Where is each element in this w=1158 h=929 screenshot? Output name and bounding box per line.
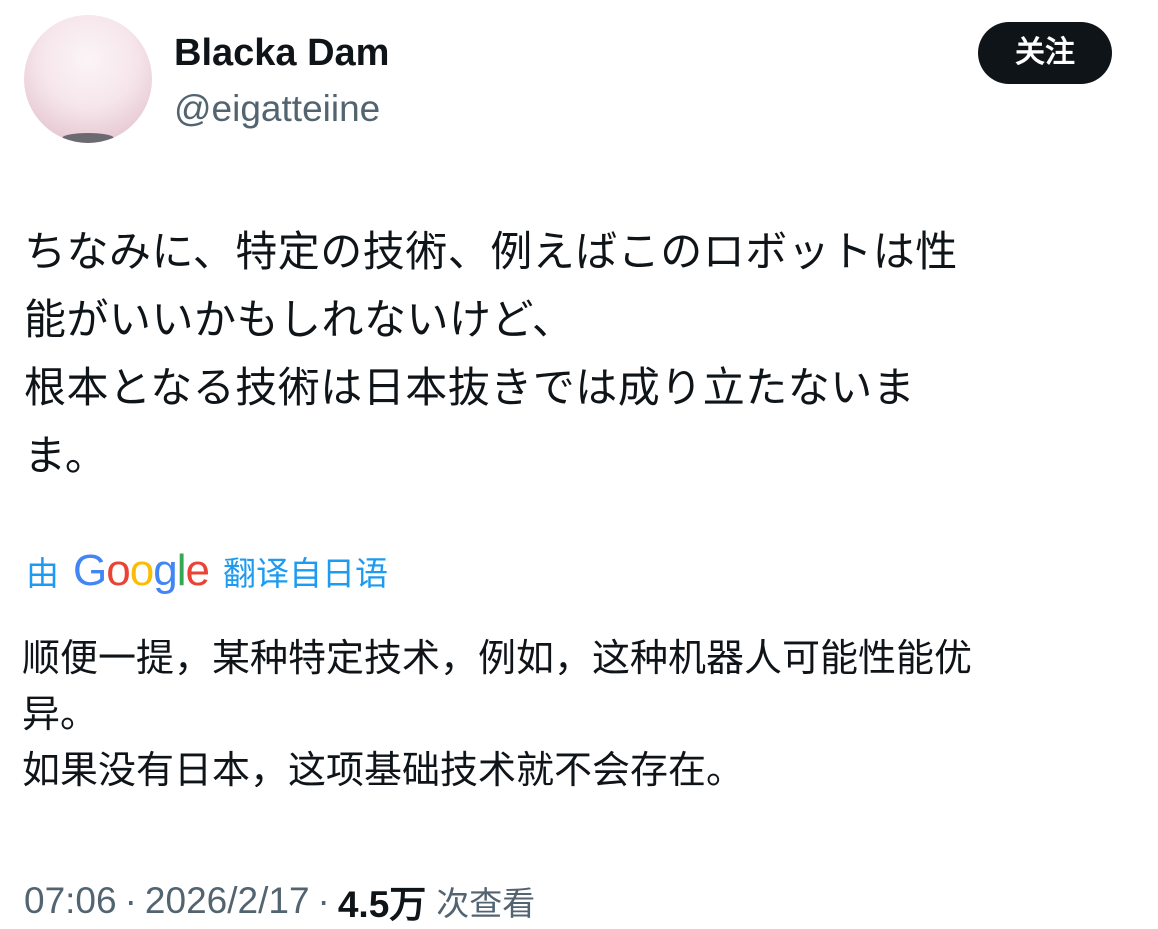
original-text-line: ま。 bbox=[24, 431, 108, 480]
watermark bbox=[500, 906, 610, 926]
translated-text-line: 如果没有日本，这项基础技术就不会存在。 bbox=[22, 748, 745, 792]
translated-by-prefix: 由 bbox=[26, 554, 59, 593]
author-display-name[interactable]: Blacka Dam bbox=[174, 28, 389, 78]
translated-text-line: 顺便一提，某种特定技术，例如，这种机器人可能性能优 bbox=[22, 636, 973, 680]
tweet-time[interactable]: 07:06 bbox=[24, 880, 117, 922]
separator-dot: · bbox=[124, 880, 137, 921]
tweet-header: Blacka Dam @eigatteiine 关注 bbox=[0, 0, 1158, 160]
author-handle[interactable]: @eigatteiine bbox=[174, 84, 380, 134]
translated-by-suffix: 翻译自日语 bbox=[222, 554, 388, 593]
tweet-original-text: ちなみに、特定の技術、例えばこのロボットは性 能がいいかもしれないけど、 根本と… bbox=[24, 218, 1104, 490]
avatar[interactable] bbox=[24, 15, 152, 143]
follow-button[interactable]: 关注 bbox=[978, 22, 1112, 84]
original-text-line: 能がいいかもしれないけど、 bbox=[24, 295, 575, 344]
separator-dot: · bbox=[317, 880, 330, 921]
google-logo: Google bbox=[73, 546, 210, 595]
views-count: 4.5万 bbox=[337, 884, 427, 925]
tweet-meta: 07:06 · 2026/2/17 · 4.5万 次查看 bbox=[24, 873, 535, 929]
tweet-date[interactable]: 2026/2/17 bbox=[145, 880, 310, 922]
original-text-line: 根本となる技術は日本抜きでは成り立たないま bbox=[24, 363, 916, 412]
translated-text-line: 异。 bbox=[22, 692, 99, 736]
tweet-translated-text: 顺便一提，某种特定技术，例如，这种机器人可能性能优 异。 如果没有日本，这项基础… bbox=[22, 630, 1122, 798]
translated-by-google[interactable]: 由 Google 翻译自日语 bbox=[26, 541, 388, 601]
original-text-line: ちなみに、特定の技術、例えばこのロボットは性 bbox=[24, 227, 958, 276]
